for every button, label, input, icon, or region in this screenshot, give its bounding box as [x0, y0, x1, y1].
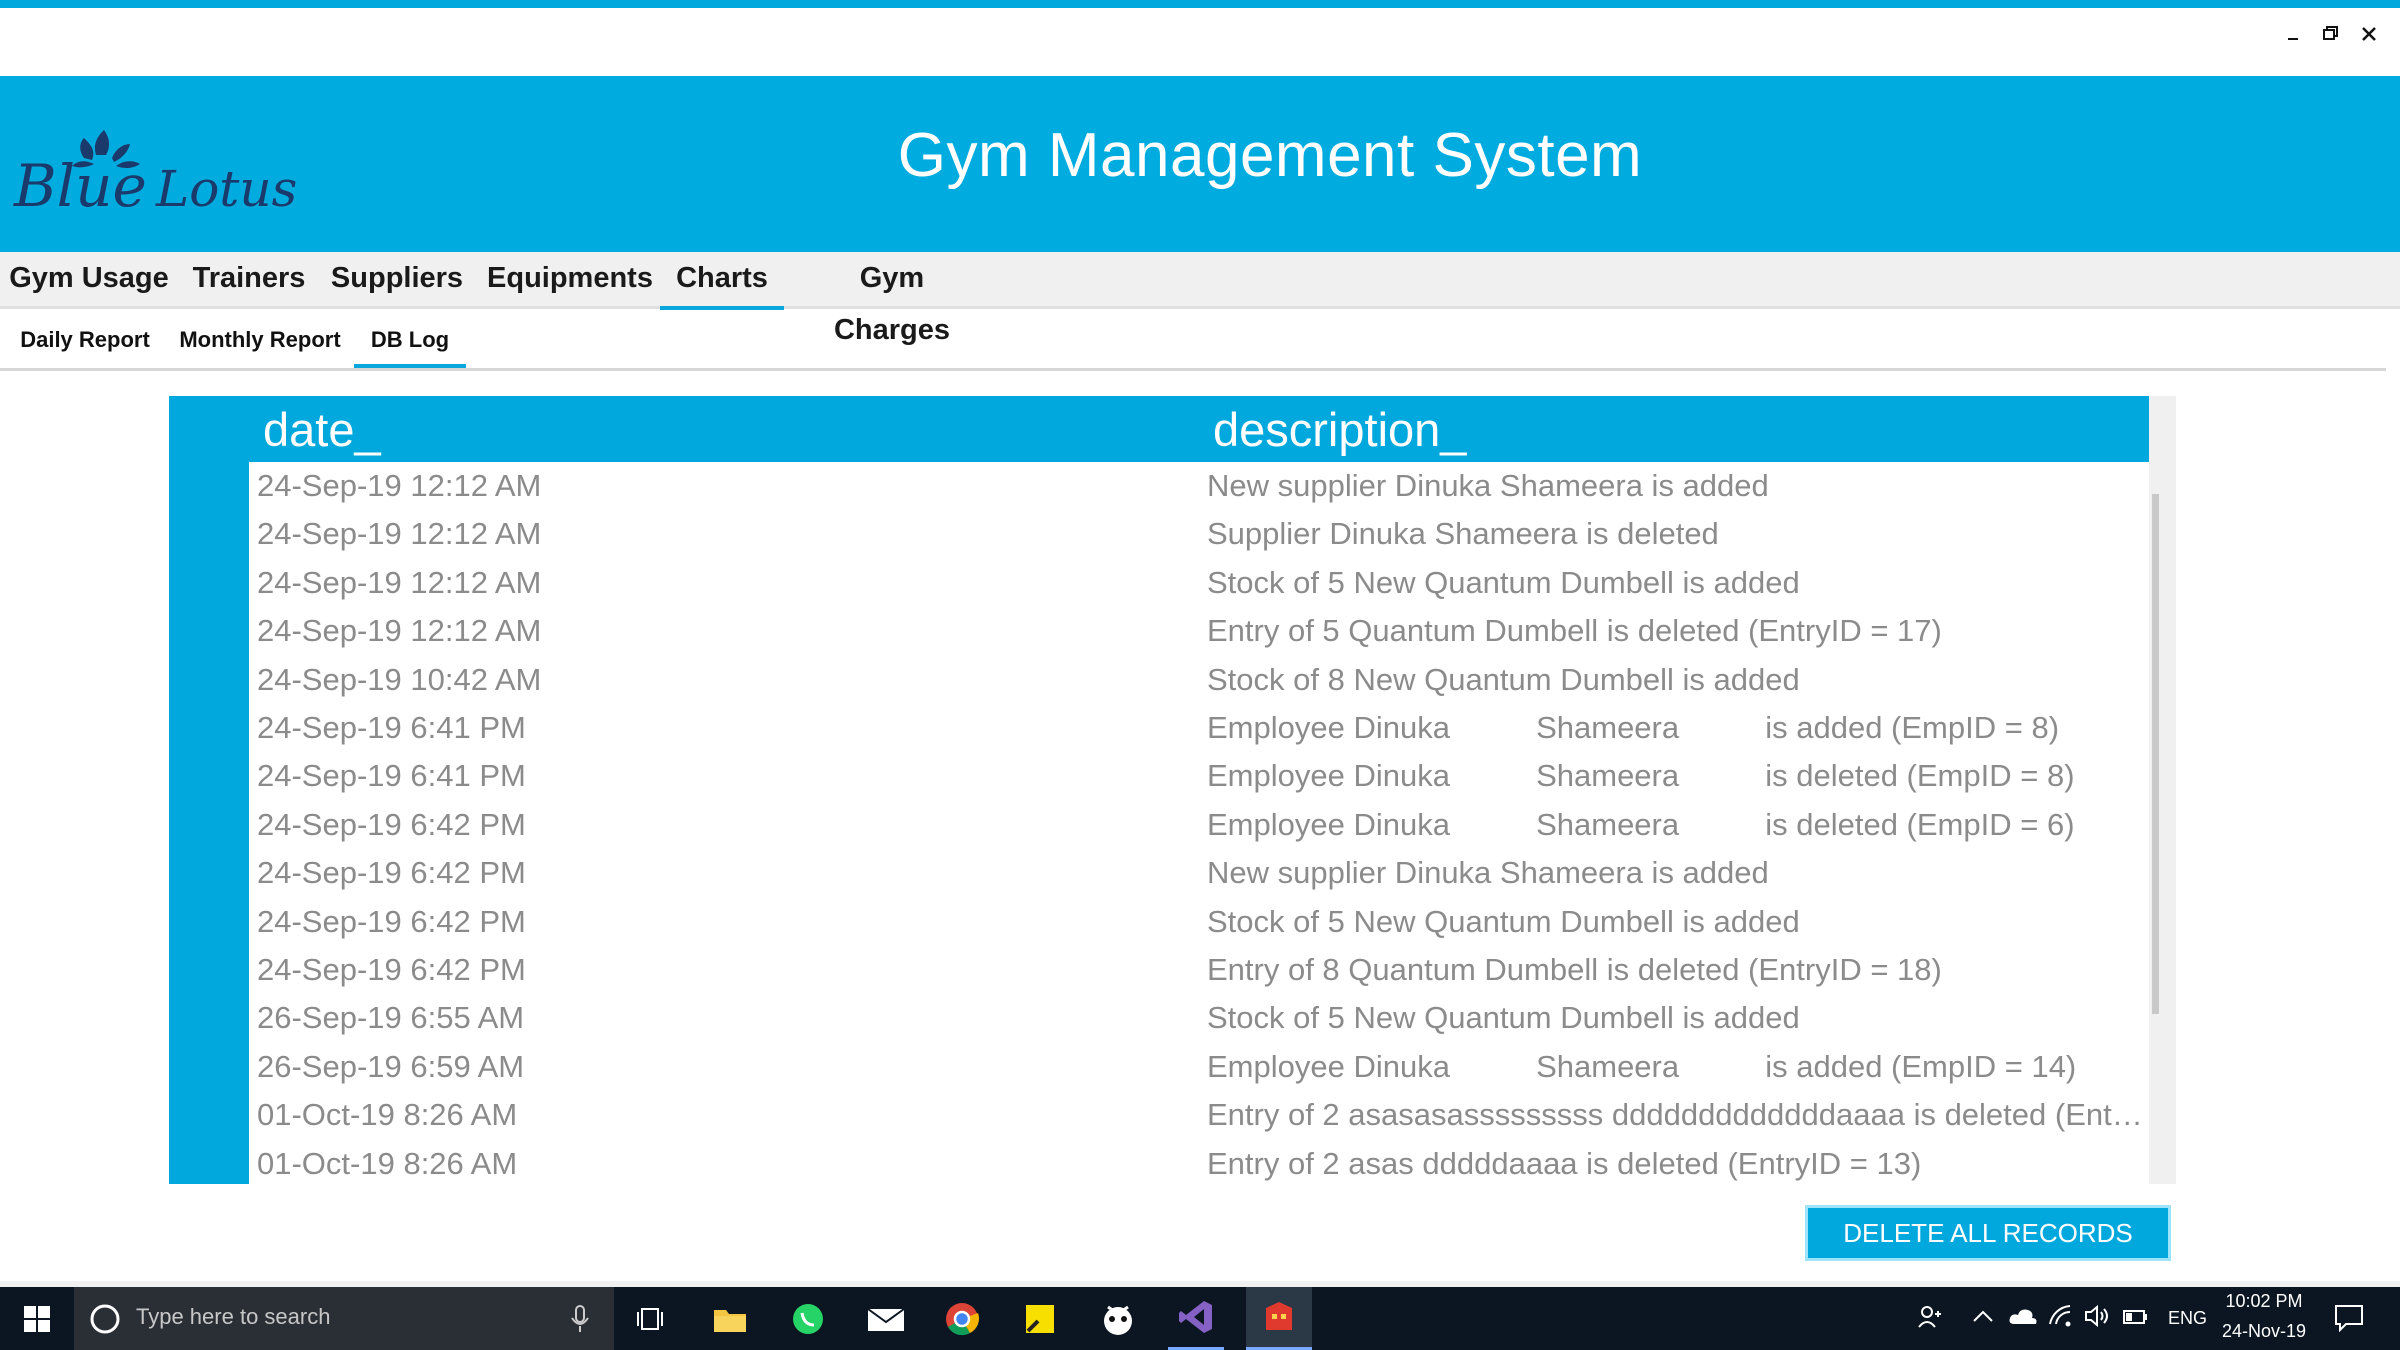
cell-description[interactable]: Employee Dinuka Shameera is deleted (Emp…	[1207, 807, 2147, 843]
cell-date[interactable]: 01-Oct-19 8:26 AM	[257, 1146, 517, 1182]
scrollbar-thumb[interactable]	[2152, 494, 2159, 1014]
window-titlebar	[0, 8, 2400, 76]
delete-all-records-button[interactable]: DELETE ALL RECORDS	[1805, 1205, 2171, 1261]
search-placeholder[interactable]: Type here to search	[136, 1304, 330, 1330]
file-explorer-icon[interactable]	[704, 1287, 756, 1350]
table-row[interactable]: 24-Sep-19 10:42 AM Stock of 8 New Quantum…	[249, 656, 2149, 704]
cortana-icon[interactable]	[88, 1302, 122, 1341]
cell-date[interactable]: 24-Sep-19 6:41 PM	[257, 758, 526, 794]
table-row[interactable]: 01-Oct-19 8:26 AM Entry of 2 asasasasssss…	[249, 1091, 2149, 1139]
cell-date[interactable]: 24-Sep-19 6:41 PM	[257, 710, 526, 746]
volume-icon[interactable]	[2084, 1304, 2112, 1333]
game-icon[interactable]	[1092, 1287, 1144, 1350]
visual-studio-icon[interactable]	[1168, 1287, 1224, 1350]
cell-date[interactable]: 24-Sep-19 12:12 AM	[257, 516, 541, 552]
cell-description[interactable]: New supplier Dinuka Shameera is added	[1207, 468, 2147, 504]
row-header-column	[169, 396, 249, 1184]
cell-date[interactable]: 24-Sep-19 10:42 AM	[257, 662, 541, 698]
cell-description[interactable]: Stock of 8 New Quantum Dumbell is added	[1207, 662, 2147, 698]
tab-trainers[interactable]: Trainers	[186, 252, 312, 306]
cell-description[interactable]: Employee Dinuka Shameera is deleted (Emp…	[1207, 758, 2147, 794]
cell-date[interactable]: 24-Sep-19 6:42 PM	[257, 952, 526, 988]
clock-date[interactable]: 24-Nov-19	[2214, 1321, 2314, 1342]
cell-date[interactable]: 26-Sep-19 6:59 AM	[257, 1049, 524, 1085]
app-title: Gym Management System	[897, 121, 1643, 190]
tab-daily-report[interactable]: Daily Report	[10, 320, 160, 364]
tab-gym-usage[interactable]: Gym Usage	[4, 252, 174, 306]
table-row[interactable]: 26-Sep-19 6:59 AM Employee Dinuka Shameer…	[249, 1043, 2149, 1091]
table-row[interactable]: 24-Sep-19 12:12 AM Entry of 5 Quantum Dum…	[249, 607, 2149, 655]
cell-description[interactable]: Employee Dinuka Shameera is added (EmpID…	[1207, 1049, 2147, 1085]
cell-description[interactable]: Entry of 2 asas dddddaaaa is deleted (En…	[1207, 1146, 2147, 1182]
window-top-strip	[0, 0, 2400, 8]
cell-date[interactable]: 24-Sep-19 6:42 PM	[257, 904, 526, 940]
tab-db-log[interactable]: DB Log	[354, 320, 466, 368]
cell-date[interactable]: 24-Sep-19 6:42 PM	[257, 807, 526, 843]
table-row[interactable]: 24-Sep-19 6:42 PM Entry of 8 Quantum Dumb…	[249, 946, 2149, 994]
db-log-grid[interactable]: 24-Sep-19 12:12 AM New supplier Dinuka Sh…	[249, 462, 2149, 1184]
table-row[interactable]: 01-Oct-19 8:26 AM Entry of 2 asas dddddaa…	[249, 1140, 2149, 1184]
table-row[interactable]: 24-Sep-19 6:41 PM Employee Dinuka Shameer…	[249, 752, 2149, 800]
table-row[interactable]: 24-Sep-19 6:41 PM Employee Dinuka Shameer…	[249, 704, 2149, 752]
tab-charts[interactable]: Charts	[660, 252, 784, 310]
mail-icon[interactable]	[860, 1287, 912, 1350]
table-row[interactable]: 24-Sep-19 6:42 PM New supplier Dinuka Sha…	[249, 849, 2149, 897]
cell-description[interactable]: Entry of 2 asasasasssssssss dddddddddddd…	[1207, 1097, 2147, 1133]
restore-icon[interactable]	[2312, 20, 2350, 48]
cell-description[interactable]: Entry of 8 Quantum Dumbell is deleted (E…	[1207, 952, 2147, 988]
grid-header: date_ description_	[249, 396, 2149, 462]
table-row[interactable]: 24-Sep-19 6:42 PM Stock of 5 New Quantum …	[249, 898, 2149, 946]
tab-suppliers[interactable]: Suppliers	[326, 252, 468, 306]
sticky-notes-icon[interactable]	[1014, 1287, 1066, 1350]
chevron-up-icon[interactable]	[1972, 1308, 1994, 1329]
column-header-date[interactable]: date_	[263, 402, 381, 457]
cell-description[interactable]: Entry of 5 Quantum Dumbell is deleted (E…	[1207, 613, 2147, 649]
task-view-icon[interactable]	[624, 1287, 676, 1350]
cell-date[interactable]: 24-Sep-19 12:12 AM	[257, 468, 541, 504]
sub-tab-bar: Daily Report Monthly Report DB Log	[0, 312, 2386, 371]
tab-equipments[interactable]: Equipments	[482, 252, 658, 306]
whatsapp-icon[interactable]	[782, 1287, 834, 1350]
wifi-icon[interactable]	[2048, 1304, 2074, 1333]
minimize-icon[interactable]	[2274, 20, 2312, 48]
table-row[interactable]: 24-Sep-19 12:12 AM New supplier Dinuka Sh…	[249, 462, 2149, 510]
windows-start-icon[interactable]	[0, 1287, 74, 1350]
column-header-description[interactable]: description_	[1213, 402, 1466, 457]
people-icon[interactable]	[1916, 1303, 1944, 1336]
cell-description[interactable]: Stock of 5 New Quantum Dumbell is added	[1207, 565, 2147, 601]
microphone-icon[interactable]	[570, 1304, 590, 1339]
cell-description[interactable]: New supplier Dinuka Shameera is added	[1207, 855, 2147, 891]
clock-time[interactable]: 10:02 PM	[2214, 1291, 2314, 1312]
cell-date[interactable]: 24-Sep-19 6:42 PM	[257, 855, 526, 891]
cell-date[interactable]: 01-Oct-19 8:26 AM	[257, 1097, 517, 1133]
cell-description[interactable]: Supplier Dinuka Shameera is deleted	[1207, 516, 2147, 552]
table-row[interactable]: 24-Sep-19 12:12 AM Stock of 5 New Quantum…	[249, 559, 2149, 607]
table-row[interactable]: 24-Sep-19 12:12 AM Supplier Dinuka Shamee…	[249, 510, 2149, 558]
cell-date[interactable]: 24-Sep-19 12:12 AM	[257, 565, 541, 601]
close-icon[interactable]	[2350, 20, 2388, 48]
cell-description[interactable]: Employee Dinuka Shameera is added (EmpID…	[1207, 710, 2147, 746]
cell-description[interactable]: Stock of 5 New Quantum Dumbell is added	[1207, 904, 2147, 940]
tab-monthly-report[interactable]: Monthly Report	[172, 320, 348, 364]
cell-description[interactable]: Stock of 5 New Quantum Dumbell is added	[1207, 1000, 2147, 1036]
table-row[interactable]: 26-Sep-19 6:55 AM Stock of 5 New Quantum …	[249, 994, 2149, 1042]
app-icon[interactable]	[1246, 1287, 1312, 1350]
chrome-icon[interactable]	[936, 1287, 988, 1350]
battery-icon[interactable]	[2122, 1308, 2150, 1331]
language-indicator[interactable]: ENG	[2168, 1308, 2207, 1329]
cell-date[interactable]: 24-Sep-19 12:12 AM	[257, 613, 541, 649]
cell-date[interactable]: 26-Sep-19 6:55 AM	[257, 1000, 524, 1036]
main-tab-bar: Gym Usage Trainers Suppliers Equipments …	[0, 252, 2400, 346]
onedrive-icon[interactable]	[2008, 1304, 2038, 1333]
tab-gym-charges[interactable]: Gym Charges	[798, 252, 986, 346]
table-row[interactable]: 24-Sep-19 6:42 PM Employee Dinuka Shameer…	[249, 801, 2149, 849]
notifications-icon[interactable]	[2334, 1304, 2364, 1337]
